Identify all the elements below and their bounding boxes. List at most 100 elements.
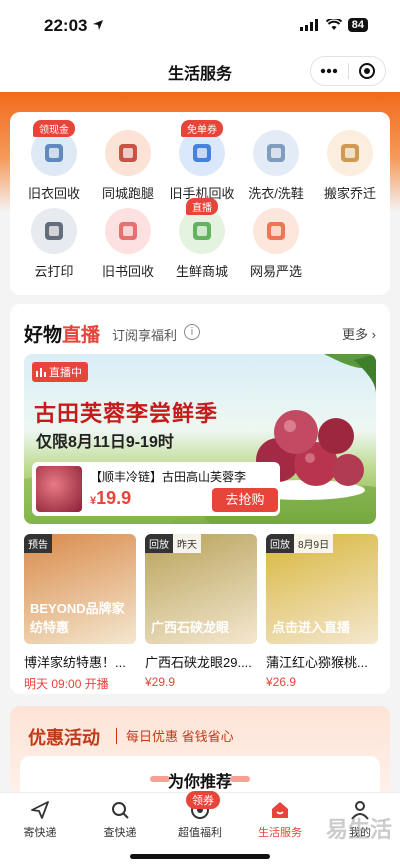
service-item[interactable]: 旧书回收: [88, 208, 168, 280]
location-arrow-icon: [93, 20, 103, 30]
service-icon: [31, 208, 77, 254]
service-item[interactable]: 洗衣/洗鞋: [236, 130, 316, 202]
price-value: 19.9: [96, 488, 132, 508]
live-banner[interactable]: 直播中 古田芙蓉李尝鲜季 仅限8月11日9-19时 【顺丰冷链】古田高山芙蓉李 …: [24, 354, 376, 524]
service-badge: 领现金: [33, 120, 75, 137]
service-icon: [105, 130, 151, 176]
live-mini-price: ¥26.9: [266, 675, 297, 689]
mini-image-text: BEYOND品牌家纺特惠: [30, 601, 125, 635]
tab-label: 生活服务: [258, 827, 302, 839]
more-dots-icon: [321, 68, 338, 74]
service-item[interactable]: 搬家乔迁: [310, 130, 390, 202]
close-miniprogram-button[interactable]: [349, 57, 386, 85]
recommend-deco-right: [230, 776, 250, 782]
nav-bar: 生活服务: [0, 50, 400, 92]
buy-button[interactable]: 去抢购: [212, 488, 278, 512]
send-icon: [0, 799, 80, 821]
service-label: 洗衣/洗鞋: [248, 186, 304, 201]
service-icon: [253, 208, 299, 254]
tab-label: 寄快递: [23, 827, 57, 839]
service-label: 旧书回收: [101, 264, 154, 279]
service-label: 云打印: [34, 264, 74, 279]
service-item[interactable]: 免单券 旧手机回收: [162, 120, 242, 202]
live-mini-image: 回放 昨天广西石硖龙眼: [145, 534, 257, 644]
product-name: 【顺丰冷链】古田高山芙蓉李: [90, 470, 247, 484]
service-icon: [105, 208, 151, 254]
mini-tag-type: 回放: [145, 534, 173, 553]
target-close-icon: [358, 63, 375, 79]
banner-title: 古田芙蓉李尝鲜季: [34, 401, 219, 426]
live-mini-title: 博洋家纺特惠！...: [24, 655, 126, 670]
status-bar: 22:03 84: [0, 0, 400, 50]
home-indicator: [130, 854, 270, 859]
live-mini-image: 回放 8月9日点击进入直播: [266, 534, 378, 644]
tab-label: 超值福利: [178, 827, 222, 839]
promo-title: 优惠活动: [28, 728, 100, 748]
status-icons: 84: [299, 18, 368, 32]
banner-subtitle: 仅限8月11日9-19时: [36, 434, 174, 451]
service-label: 旧衣回收: [27, 186, 80, 201]
mini-program-capsule: [310, 56, 386, 86]
live-tag-label: 直播中: [49, 367, 82, 379]
live-title-highlight: 直播: [62, 325, 101, 346]
tab-label: 查快递: [103, 827, 137, 839]
watermark-logo: 易生活: [325, 817, 392, 842]
live-mini-card[interactable]: 回放 8月9日 点击进入直播 蒲江红心猕猴桃... ¥26.9: [266, 534, 378, 689]
mini-tag-date: 昨天: [173, 534, 201, 553]
mini-image-text: 点击进入直播: [272, 620, 351, 635]
product-price: ¥19.9: [90, 488, 131, 509]
live-status-tag: 直播中: [32, 362, 88, 382]
tab-search[interactable]: 查快递: [80, 799, 160, 840]
live-section-title: 好物直播: [24, 320, 100, 347]
tab-home[interactable]: 生活服务: [240, 799, 320, 840]
recommend-title: 为你推荐: [167, 774, 232, 791]
signal-icon: [299, 19, 318, 31]
status-time: 22:03: [44, 16, 88, 35]
live-mini-price: 明天 09:00 开播: [24, 677, 109, 691]
live-mini-card[interactable]: 预告 BEYOND品牌家纺特惠博洋家纺特惠！... 明天 09:00 开播: [24, 534, 136, 692]
service-badge: 直播: [186, 198, 218, 215]
recommend-header: 为你推荐: [20, 756, 380, 796]
promo-subtitle: 每日优惠 省钱省心: [126, 729, 234, 744]
service-label: 网易严选: [249, 264, 302, 279]
wifi-icon: [325, 19, 342, 30]
service-icon: [253, 130, 299, 176]
mini-tag-date: 8月9日: [294, 534, 334, 553]
more-options-button[interactable]: [311, 57, 348, 85]
service-item[interactable]: 云打印: [14, 208, 94, 280]
promo-section: 优惠活动 每日优惠 省钱省心 为你推荐: [10, 706, 390, 796]
home-icon: [240, 799, 320, 821]
featured-product[interactable]: 【顺丰冷链】古田高山芙蓉李 ¥19.9 去抢购: [32, 462, 280, 516]
mini-tags: 预告: [24, 534, 52, 553]
live-mini-list: 预告 BEYOND品牌家纺特惠 博洋家纺特惠！... 明天 09:00 开播 回放 昨天广…: [24, 534, 390, 691]
live-title-prefix: 好物: [24, 325, 63, 346]
mini-tags: 回放 昨天: [145, 534, 201, 553]
tab-badge: 领券: [186, 791, 220, 809]
service-icon: [327, 130, 373, 176]
live-section: 好物直播 订阅享福利 i 更多 › 直播中 古田芙蓉李尝鲜季 仅限8月11日9-…: [10, 304, 390, 694]
live-bars-icon: [36, 368, 46, 377]
mini-tag-type: 回放: [266, 534, 294, 553]
service-item[interactable]: 网易严选: [236, 208, 316, 280]
mini-tag-type: 预告: [24, 534, 52, 553]
service-label: 生鲜商城: [175, 264, 228, 279]
service-label: 同城跑腿: [101, 186, 154, 201]
info-icon[interactable]: i: [184, 324, 200, 340]
more-label: 更多: [342, 327, 369, 342]
service-item[interactable]: 同城跑腿: [88, 130, 168, 202]
search-icon: [80, 799, 160, 821]
service-label: 搬家乔迁: [323, 186, 376, 201]
subscribe-benefits-link[interactable]: 订阅享福利: [112, 325, 177, 344]
more-link[interactable]: 更多 ›: [342, 324, 376, 343]
battery-indicator: 84: [347, 18, 368, 32]
service-badge: 免单券: [181, 120, 223, 137]
tab-send[interactable]: 寄快递: [0, 799, 80, 840]
service-item[interactable]: 直播 生鲜商城: [162, 198, 242, 280]
live-mini-card[interactable]: 回放 昨天广西石硖龙眼广西石硖龙眼29.... ¥29.9: [145, 534, 257, 689]
service-item[interactable]: 领现金 旧衣回收: [14, 120, 94, 202]
mini-image-text: 广西石硖龙眼: [151, 620, 230, 635]
tab-gift[interactable]: 超值福利 领券: [160, 791, 240, 840]
live-mini-title: 广西石硖龙眼29....: [145, 655, 252, 670]
live-mini-image: 预告 BEYOND品牌家纺特惠: [24, 534, 136, 644]
live-mini-price: ¥29.9: [145, 675, 176, 689]
